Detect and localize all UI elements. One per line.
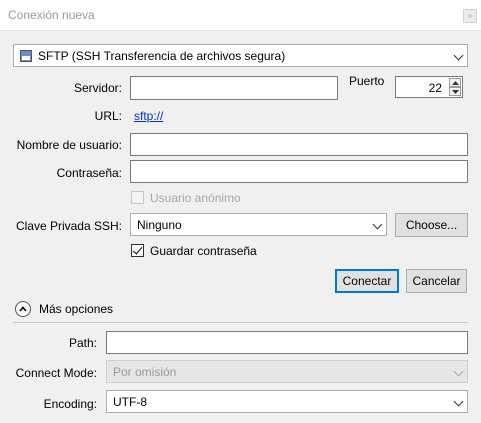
title-bar: Conexión nueva × <box>0 0 481 31</box>
anonymous-label: Usuario anónimo <box>150 191 241 205</box>
save-password-checkbox[interactable] <box>131 244 144 257</box>
connect-button[interactable]: Conectar <box>335 269 399 293</box>
connect-mode-select[interactable]: Por omisión <box>106 360 468 383</box>
private-key-label: Clave Privada SSH: <box>15 219 122 233</box>
encoding-value: UTF-8 <box>113 395 147 409</box>
port-input[interactable]: 22 <box>395 76 463 98</box>
url-link[interactable]: sftp:// <box>134 109 163 123</box>
protocol-value: SFTP (SSH Transferencia de archivos segu… <box>38 49 286 63</box>
username-label: Nombre de usuario: <box>16 138 122 152</box>
chevron-down-icon <box>453 396 464 407</box>
connect-mode-value: Por omisión <box>113 365 177 379</box>
server-label: Servidor: <box>73 81 122 95</box>
chevron-up-icon <box>19 306 27 312</box>
encoding-label: Encoding: <box>43 397 97 411</box>
private-key-select[interactable]: Ninguno <box>130 213 387 236</box>
window-title: Conexión nueva <box>8 8 95 22</box>
chevron-down-icon <box>372 219 383 230</box>
path-input[interactable] <box>106 331 468 354</box>
more-options-label: Más opciones <box>39 302 114 316</box>
close-icon: × <box>467 11 473 21</box>
server-icon <box>20 50 32 62</box>
encoding-select[interactable]: UTF-8 <box>106 390 468 413</box>
section-divider <box>13 322 468 323</box>
port-value: 22 <box>428 81 442 95</box>
path-label: Path: <box>68 336 97 350</box>
arrow-up-icon <box>452 81 459 85</box>
cancel-button[interactable]: Cancelar <box>406 269 467 293</box>
choose-key-button[interactable]: Choose... <box>395 213 468 237</box>
connect-mode-label: Connect Mode: <box>15 366 97 380</box>
protocol-select[interactable]: SFTP (SSH Transferencia de archivos segu… <box>13 44 468 67</box>
anonymous-checkbox[interactable] <box>131 191 144 204</box>
password-input[interactable] <box>130 160 468 183</box>
arrow-down-icon <box>452 90 459 94</box>
port-increment[interactable] <box>449 78 461 87</box>
server-input[interactable] <box>130 76 338 100</box>
private-key-value: Ninguno <box>137 218 182 232</box>
port-label: Puerto <box>349 74 385 88</box>
more-options-toggle[interactable] <box>15 301 31 317</box>
chevron-down-icon <box>453 50 464 61</box>
close-button[interactable]: × <box>463 9 477 23</box>
password-label: Contraseña: <box>56 166 122 180</box>
port-decrement[interactable] <box>449 87 461 96</box>
chevron-down-icon <box>453 366 464 377</box>
username-input[interactable] <box>130 133 468 156</box>
checkmark-icon <box>132 244 143 255</box>
url-label: URL: <box>94 109 122 123</box>
save-password-label: Guardar contraseña <box>150 244 257 258</box>
